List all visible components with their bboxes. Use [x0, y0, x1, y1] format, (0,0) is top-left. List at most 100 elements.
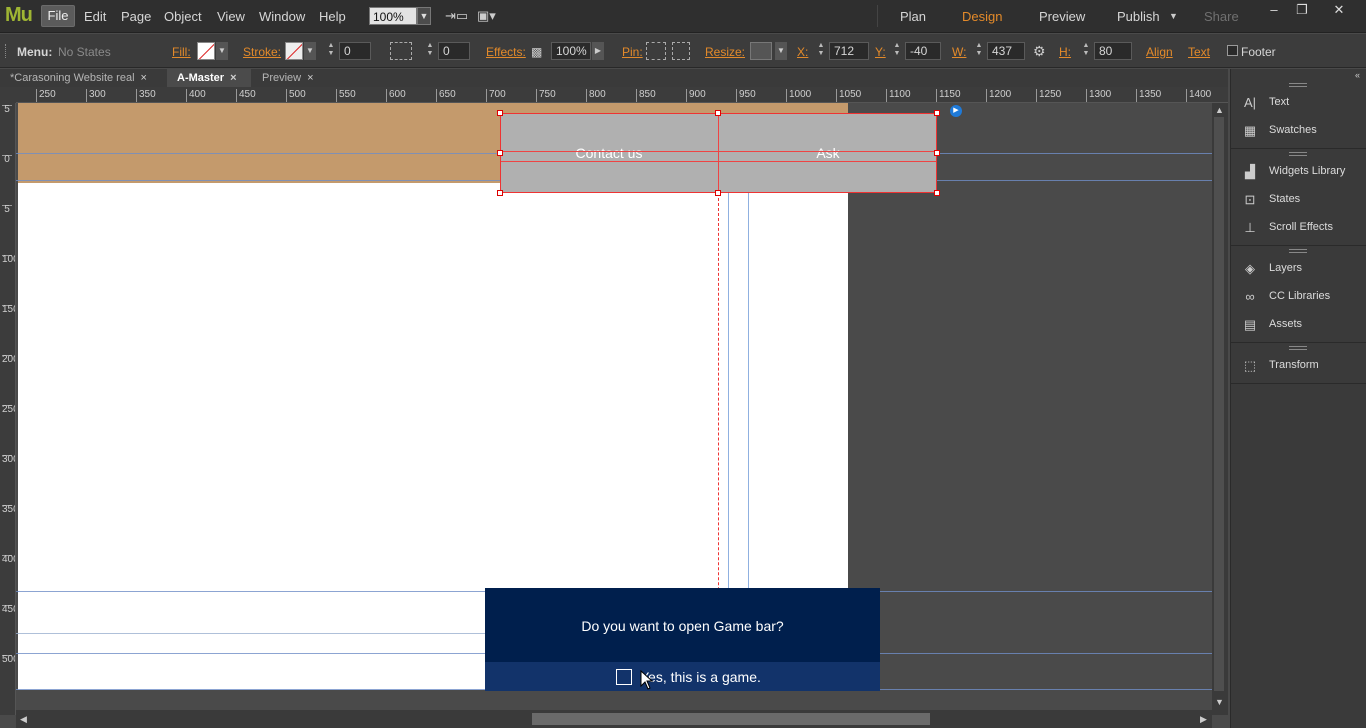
- menu-window[interactable]: Window: [259, 9, 305, 24]
- resize-handle[interactable]: [934, 110, 940, 116]
- preview-page-icon[interactable]: ⇥▭: [445, 8, 468, 24]
- h-stepper[interactable]: ▲ ▼: [1080, 42, 1092, 60]
- menu-view[interactable]: View: [217, 9, 245, 24]
- y-field[interactable]: -40: [905, 42, 941, 60]
- tab-preview[interactable]: Preview ×: [252, 69, 328, 87]
- panel-grip[interactable]: [1289, 152, 1307, 156]
- pin-width-icon[interactable]: [672, 42, 690, 60]
- resize-handle[interactable]: [715, 110, 721, 116]
- restore-icon[interactable]: ❐: [1290, 2, 1314, 20]
- align-link[interactable]: Align: [1146, 45, 1173, 59]
- publish-chevron-icon[interactable]: ▼: [1169, 11, 1178, 21]
- panel-transform[interactable]: ⬚ Transform: [1239, 352, 1365, 380]
- mode-publish[interactable]: Publish: [1117, 9, 1160, 24]
- menu-help[interactable]: Help: [319, 9, 346, 24]
- close-icon[interactable]: ✕: [1327, 2, 1351, 20]
- options-arrow-icon[interactable]: ▶: [950, 105, 962, 117]
- panel-scroll-effects[interactable]: ⊥ Scroll Effects: [1239, 214, 1365, 242]
- vertical-ruler: 5 0 5 100 150 200 250 300 350 400 450 50…: [0, 103, 16, 715]
- scroll-right-icon[interactable]: ▶: [1200, 714, 1207, 725]
- widgets-icon: ▟: [1245, 164, 1255, 179]
- x-stepper[interactable]: ▲ ▼: [815, 42, 827, 60]
- opacity-field[interactable]: 100%: [551, 42, 591, 60]
- stroke-width-field[interactable]: 0: [339, 42, 371, 60]
- panel-grip[interactable]: [1289, 83, 1307, 87]
- scroll-thumb[interactable]: [532, 713, 930, 725]
- y-stepper[interactable]: ▲ ▼: [891, 42, 903, 60]
- effects-label[interactable]: Effects:: [486, 45, 526, 59]
- chevron-down-icon[interactable]: ▼: [304, 42, 316, 60]
- panel-swatches[interactable]: ▦ Swatches: [1239, 117, 1365, 145]
- menu-file[interactable]: File: [41, 5, 75, 27]
- tab-a-master[interactable]: A-Master ×: [167, 69, 251, 87]
- vertical-scrollbar[interactable]: ▲ ▼: [1212, 103, 1228, 715]
- chevron-down-icon[interactable]: ▼: [775, 42, 787, 60]
- panel-text[interactable]: A| Text: [1239, 89, 1365, 117]
- game-checkbox-label[interactable]: Yes, this is a game.: [640, 669, 761, 685]
- close-icon[interactable]: ×: [307, 72, 313, 84]
- frame-options-icon[interactable]: ▣▾: [477, 8, 496, 24]
- panel-layers[interactable]: ◈ Layers: [1239, 255, 1365, 283]
- lock-proportions-icon[interactable]: ⚙: [1033, 43, 1046, 60]
- panel-grip[interactable]: [1289, 249, 1307, 253]
- resize-handle[interactable]: [934, 150, 940, 156]
- stroke-swatch[interactable]: [285, 42, 303, 60]
- scroll-thumb[interactable]: [1214, 117, 1224, 691]
- scroll-up-icon[interactable]: ▲: [1215, 105, 1224, 115]
- fill-label[interactable]: Fill:: [172, 45, 191, 59]
- zoom-select[interactable]: 100%: [369, 7, 417, 25]
- close-icon[interactable]: ×: [141, 72, 147, 84]
- mode-preview[interactable]: Preview: [1039, 9, 1085, 24]
- chevron-right-icon[interactable]: ▶: [592, 42, 604, 60]
- panel-label: Scroll Effects: [1269, 221, 1333, 233]
- scroll-left-icon[interactable]: ◀: [20, 714, 27, 725]
- ruler-tick: 500: [286, 89, 306, 102]
- text-link[interactable]: Text: [1188, 45, 1210, 59]
- mode-design[interactable]: Design: [962, 9, 1002, 24]
- stroke-stepper[interactable]: ▲ ▼: [325, 42, 337, 60]
- panel-states[interactable]: ⊡ States: [1239, 186, 1365, 214]
- ruler-tick: 500: [2, 654, 15, 665]
- stroke-label[interactable]: Stroke:: [243, 45, 281, 59]
- corner-stepper[interactable]: ▲ ▼: [424, 42, 436, 60]
- resize-icon[interactable]: [750, 42, 772, 60]
- panel-widgets-library[interactable]: ▟ Widgets Library: [1239, 158, 1365, 186]
- tab-carasoning-website[interactable]: *Carasoning Website real ×: [0, 69, 166, 87]
- chevron-down-icon[interactable]: ▼: [216, 42, 228, 60]
- mode-plan[interactable]: Plan: [900, 9, 926, 24]
- menu-object[interactable]: Object: [164, 9, 202, 24]
- w-stepper[interactable]: ▲ ▼: [973, 42, 985, 60]
- resize-handle[interactable]: [497, 190, 503, 196]
- panel-cc-libraries[interactable]: ∞ CC Libraries: [1239, 283, 1365, 311]
- pin-label[interactable]: Pin:: [622, 45, 643, 59]
- w-field[interactable]: 437: [987, 42, 1025, 60]
- fill-swatch[interactable]: [197, 42, 215, 60]
- scroll-down-icon[interactable]: ▼: [1215, 697, 1224, 707]
- panel-grip[interactable]: [1289, 346, 1307, 350]
- cc-libraries-icon: ∞: [1245, 289, 1255, 304]
- pin-icon[interactable]: [646, 42, 666, 60]
- menu-edit[interactable]: Edit: [84, 9, 106, 24]
- chevron-down-icon[interactable]: ▼: [417, 7, 431, 25]
- collapse-icon[interactable]: «: [1355, 70, 1360, 80]
- resize-handle[interactable]: [934, 190, 940, 196]
- game-checkbox[interactable]: [616, 669, 632, 685]
- h-field[interactable]: 80: [1094, 42, 1132, 60]
- resize-handle[interactable]: [497, 110, 503, 116]
- corner-radius-field[interactable]: 0: [438, 42, 470, 60]
- close-icon[interactable]: ×: [230, 72, 236, 84]
- resize-label[interactable]: Resize:: [705, 45, 745, 59]
- x-field[interactable]: 712: [829, 42, 869, 60]
- minimize-icon[interactable]: –: [1262, 2, 1286, 20]
- resize-handle[interactable]: [497, 150, 503, 156]
- w-label: W:: [952, 45, 967, 59]
- panel-label: Widgets Library: [1269, 165, 1346, 177]
- panel-assets[interactable]: ▤ Assets: [1239, 311, 1365, 339]
- ruler-tick: 0: [2, 155, 12, 165]
- resize-handle[interactable]: [715, 190, 721, 196]
- menu-page[interactable]: Page: [121, 9, 151, 24]
- mode-share[interactable]: Share: [1204, 9, 1239, 24]
- horizontal-scrollbar[interactable]: ◀ ▶: [16, 710, 1212, 728]
- footer-checkbox[interactable]: [1227, 45, 1238, 56]
- panel-label: Layers: [1269, 262, 1303, 274]
